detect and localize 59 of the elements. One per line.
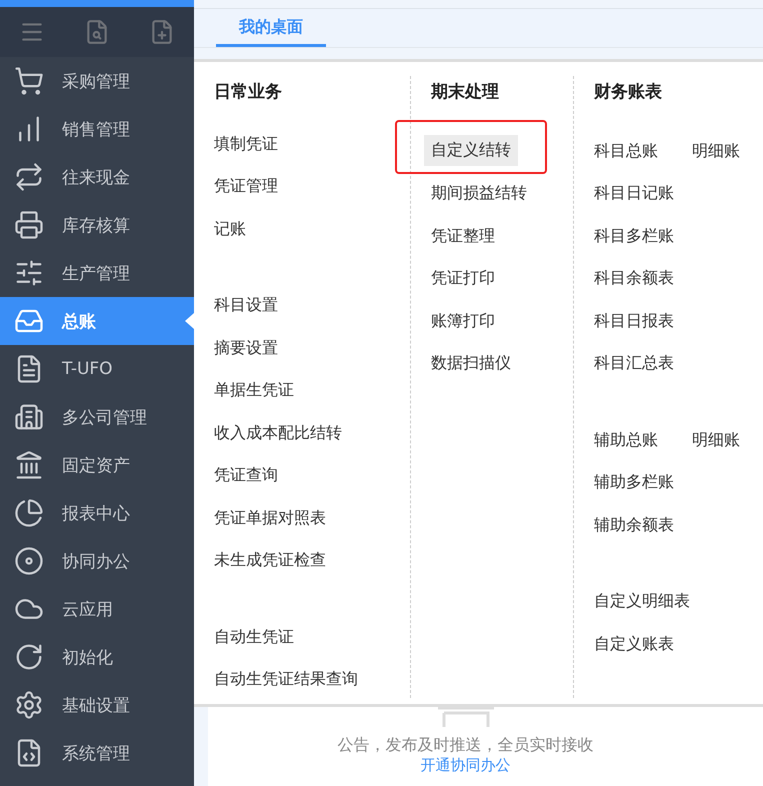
menu-link[interactable]: 未生成凭证检查 xyxy=(207,545,333,576)
menu-link[interactable]: 科目日报表 xyxy=(587,306,681,337)
menu-link[interactable]: 凭证查询 xyxy=(207,460,285,492)
sidebar-item[interactable]: 销售管理 xyxy=(0,105,194,153)
menu-link[interactable]: 明细账 xyxy=(685,136,747,167)
column-title: 财务账表 xyxy=(592,81,663,104)
menu-link[interactable]: 凭证管理 xyxy=(207,171,285,202)
menu-link[interactable]: 自定义结转 xyxy=(424,134,518,166)
cart-icon xyxy=(14,66,44,96)
menu-link[interactable]: 科目日记账 xyxy=(587,178,681,210)
sidebar-item[interactable]: 系统管理 xyxy=(0,729,194,777)
building-icon xyxy=(14,402,44,432)
menu-link[interactable]: 科目余额表 xyxy=(587,263,681,294)
column-title: 日常业务 xyxy=(213,81,283,103)
menu-link[interactable]: 辅助总账 xyxy=(587,424,665,456)
sidebar-item[interactable]: 往来现金 xyxy=(0,153,194,201)
menu-link[interactable]: 记账 xyxy=(207,214,253,245)
sidebar-item[interactable]: 云应用 xyxy=(0,585,194,633)
menu-link[interactable]: 自定义明细表 xyxy=(587,586,697,618)
menu-link[interactable]: 自动生凭证 xyxy=(207,622,301,653)
sidebar-item[interactable]: 基础设置 xyxy=(0,681,194,729)
sidebar-item[interactable]: 多公司管理 xyxy=(0,393,194,441)
menu-link[interactable]: 明细账 xyxy=(685,424,747,456)
sidebar-item[interactable]: 报表中心 xyxy=(0,489,194,537)
sidebar-item[interactable]: 采购管理 xyxy=(0,57,194,105)
menu-link[interactable]: 数据扫描仪 xyxy=(424,348,518,380)
menu-link[interactable]: 自动生凭证结果查询 xyxy=(207,664,365,696)
menu-link[interactable]: 凭证打印 xyxy=(424,263,502,294)
sidebar-item[interactable]: T-UFO xyxy=(0,345,194,393)
sliders-icon xyxy=(14,258,44,288)
disc-icon xyxy=(14,546,44,576)
notice-text: 公告，发布及时推送，全员实时接收 xyxy=(338,735,594,756)
menu-link[interactable]: 科目设置 xyxy=(207,290,285,322)
menu-link[interactable]: 期间损益结转 xyxy=(424,178,534,210)
menu-link[interactable]: 账簿打印 xyxy=(424,306,502,337)
menu-link[interactable]: 填制凭证 xyxy=(207,128,285,160)
refresh-icon xyxy=(14,642,44,672)
printer-icon xyxy=(14,210,44,240)
menu-link[interactable]: 凭证单据对照表 xyxy=(207,502,333,534)
menu-link[interactable]: 凭证整理 xyxy=(424,220,502,252)
menu-link[interactable]: 辅助余额表 xyxy=(587,510,681,541)
sidebar-item[interactable]: 生产管理 xyxy=(0,249,194,297)
menu-link[interactable]: 摘要设置 xyxy=(207,332,285,364)
sidebar-item[interactable]: 固定资产 xyxy=(0,441,194,489)
menu-link[interactable]: 科目汇总表 xyxy=(587,348,681,380)
menu-link[interactable]: 科目多栏账 xyxy=(587,220,681,252)
pie-chart-icon xyxy=(14,498,44,528)
sidebar-item[interactable]: 初始化 xyxy=(0,633,194,681)
menu-link[interactable]: 收入成本配比结转 xyxy=(207,418,349,449)
sidebar-item[interactable]: 协同办公 xyxy=(0,537,194,585)
menu-link[interactable]: 辅助多栏账 xyxy=(587,467,681,498)
menu-link[interactable]: 科目总账 xyxy=(587,136,665,167)
bank-icon xyxy=(14,450,44,480)
sidebar-item[interactable]: 库存核算 xyxy=(0,201,194,249)
settings-icon xyxy=(14,690,44,720)
menu-link[interactable]: 单据生凭证 xyxy=(207,375,301,406)
menu-link[interactable]: 自定义账表 xyxy=(587,628,681,660)
exchange-icon xyxy=(14,162,44,192)
column-title: 期末处理 xyxy=(430,81,500,104)
